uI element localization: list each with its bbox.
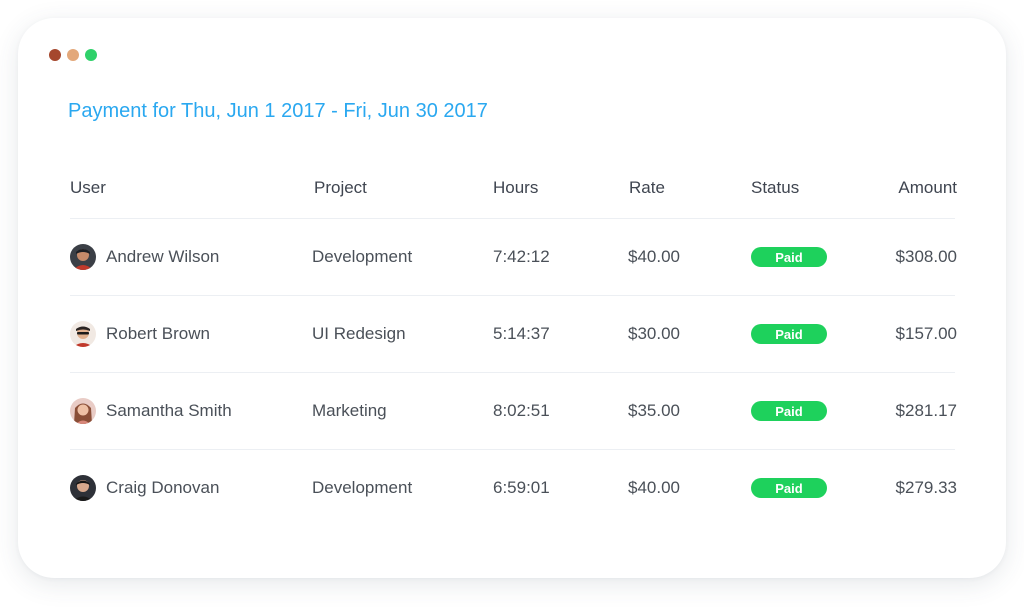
minimize-dot-icon[interactable] — [67, 49, 79, 61]
avatar-samantha-icon — [70, 398, 96, 424]
hours-cell: 6:59:01 — [493, 478, 550, 497]
project-cell: Development — [312, 478, 413, 497]
hours-cell: 8:02:51 — [493, 401, 550, 420]
hours-cell: 7:42:12 — [493, 247, 550, 266]
user-cell: Andrew Wilson — [70, 219, 219, 295]
status-badge: Paid — [751, 324, 827, 344]
rate-cell: $30.00 — [628, 324, 680, 343]
status-badge: Paid — [751, 478, 827, 498]
column-header-user[interactable]: User — [70, 178, 106, 218]
table-row[interactable]: Robert Brown UI Redesign 5:14:37 $30.00 … — [70, 296, 957, 373]
amount-cell: $279.33 — [895, 478, 957, 497]
user-cell: Robert Brown — [70, 296, 210, 372]
amount-cell: $157.00 — [895, 324, 957, 343]
user-cell: Craig Donovan — [70, 450, 219, 526]
hours-cell: 5:14:37 — [493, 324, 550, 343]
page-title: Payment for Thu, Jun 1 2017 - Fri, Jun 3… — [68, 100, 488, 122]
table-row[interactable]: Andrew Wilson Development 7:42:12 $40.00… — [70, 219, 957, 296]
table-row[interactable]: Samantha Smith Marketing 8:02:51 $35.00 … — [70, 373, 957, 450]
status-cell: Paid — [751, 450, 827, 526]
rate-cell: $40.00 — [628, 478, 680, 497]
status-cell: Paid — [751, 296, 827, 372]
status-cell: Paid — [751, 373, 827, 449]
rate-cell: $35.00 — [628, 401, 680, 420]
project-cell: UI Redesign — [312, 324, 406, 343]
status-cell: Paid — [751, 219, 827, 295]
column-header-project[interactable]: Project — [314, 178, 367, 218]
payment-card: Payment for Thu, Jun 1 2017 - Fri, Jun 3… — [18, 18, 1006, 578]
column-header-rate[interactable]: Rate — [629, 178, 665, 218]
user-name: Robert Brown — [106, 324, 210, 343]
close-dot-icon[interactable] — [49, 49, 61, 61]
avatar-andrew-icon — [70, 244, 96, 270]
project-cell: Marketing — [312, 401, 387, 420]
user-name: Andrew Wilson — [106, 247, 220, 266]
project-cell: Development — [312, 247, 413, 266]
table-row[interactable]: Craig Donovan Development 6:59:01 $40.00… — [70, 450, 957, 526]
user-name: Craig Donovan — [106, 478, 220, 497]
table-header-row: User Project Hours Rate Status Amount — [70, 178, 957, 219]
rate-cell: $40.00 — [628, 247, 680, 266]
maximize-dot-icon[interactable] — [85, 49, 97, 61]
amount-cell: $308.00 — [895, 247, 957, 266]
status-badge: Paid — [751, 401, 827, 421]
column-header-status[interactable]: Status — [751, 178, 799, 218]
avatar-robert-icon — [70, 321, 96, 347]
column-header-amount[interactable]: Amount — [898, 178, 957, 218]
payments-table: User Project Hours Rate Status Amount An… — [70, 178, 957, 526]
user-name: Samantha Smith — [106, 401, 232, 420]
user-cell: Samantha Smith — [70, 373, 232, 449]
amount-cell: $281.17 — [895, 401, 957, 420]
window-controls — [49, 49, 97, 61]
avatar-craig-icon — [70, 475, 96, 501]
status-badge: Paid — [751, 247, 827, 267]
column-header-hours[interactable]: Hours — [493, 178, 538, 218]
